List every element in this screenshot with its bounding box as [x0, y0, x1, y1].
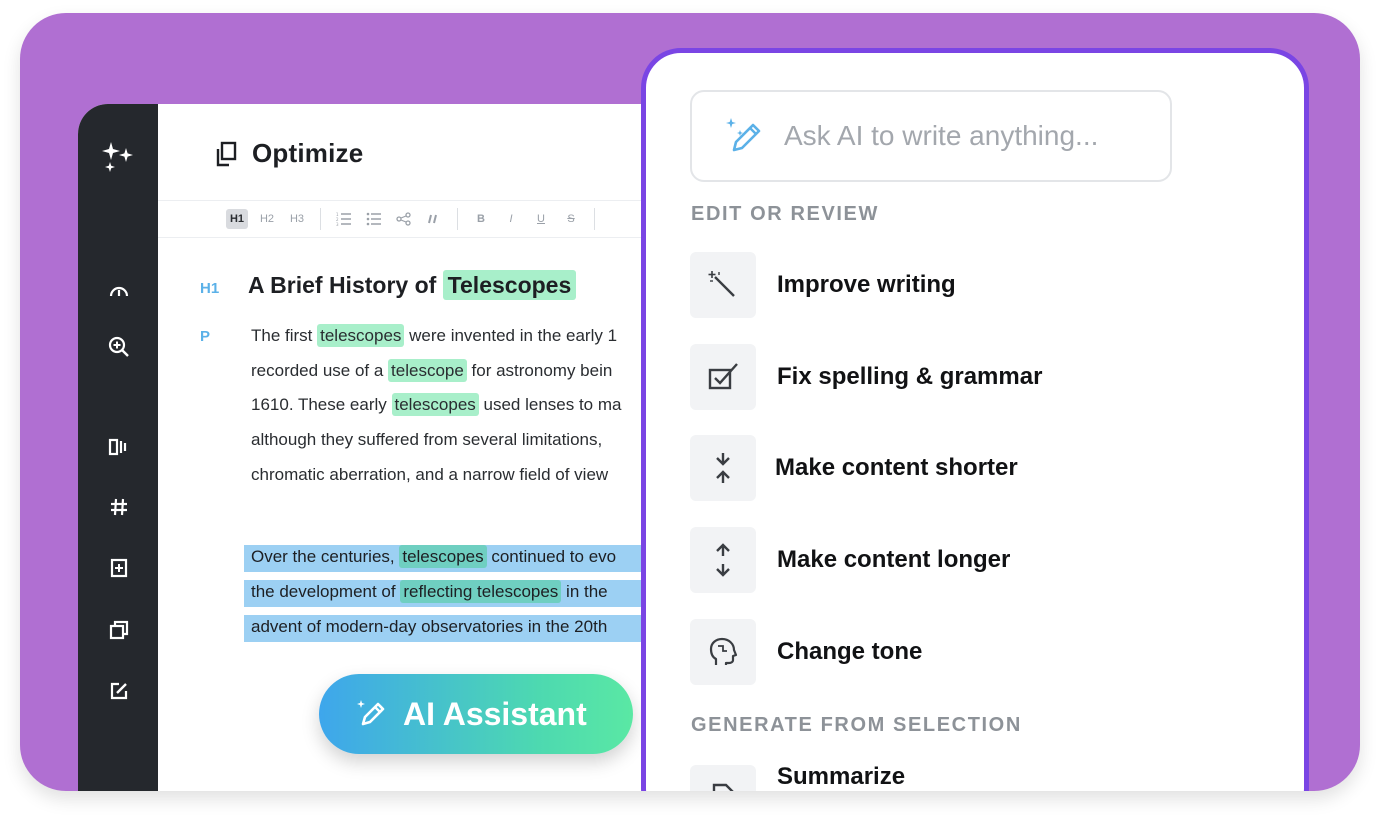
- heading-text: A Brief History of: [248, 272, 443, 298]
- text-run: 1610. These early: [251, 395, 392, 414]
- toolbar-italic-button[interactable]: I: [500, 209, 522, 229]
- add-block-icon[interactable]: [108, 557, 130, 579]
- head-icon: [690, 619, 756, 685]
- section-generate-from-selection: GENERATE FROM SELECTION: [691, 714, 1022, 736]
- toolbar-divider: [457, 208, 458, 230]
- text-run: chromatic aberration, and a narrow field…: [251, 465, 609, 484]
- menu-item-label: Improve writing: [777, 271, 956, 298]
- ai-command-panel: Ask AI to write anything... EDIT OR REVI…: [641, 48, 1309, 791]
- toolbar-underline-button[interactable]: U: [530, 209, 552, 229]
- paragraph-line[interactable]: chromatic aberration, and a narrow field…: [251, 465, 608, 485]
- sidebar-rail: [78, 104, 158, 791]
- menu-item-label: Fix spelling & grammar: [777, 363, 1043, 390]
- keyword-highlight: telescope: [388, 359, 467, 382]
- text-run: the development of: [251, 582, 401, 601]
- ai-pencil-icon: [726, 118, 761, 152]
- section-edit-or-review: EDIT OR REVIEW: [691, 203, 879, 225]
- columns-icon[interactable]: [108, 436, 130, 458]
- menu-item-summarize[interactable]: Summarize: [690, 763, 906, 791]
- document-icon: [690, 765, 756, 791]
- text-run: were invented in the early 1: [404, 326, 618, 345]
- gauge-icon[interactable]: [108, 280, 130, 302]
- menu-item-label: Make content shorter: [775, 454, 1018, 481]
- zoom-in-icon[interactable]: [108, 336, 130, 358]
- bullet-list-icon[interactable]: [363, 209, 385, 229]
- text-run: continued to evo: [486, 547, 617, 566]
- keyword-highlight: telescopes: [317, 324, 405, 347]
- document-title: Optimize: [252, 138, 364, 168]
- document-area: Optimize H1 H2 H3 123 B I U S H1 A Brief…: [158, 104, 698, 791]
- ai-pencil-icon: [357, 700, 385, 726]
- paragraph-line[interactable]: The first telescopes were invented in th…: [251, 324, 618, 347]
- toolbar-h3-button[interactable]: H3: [286, 209, 308, 229]
- share-icon[interactable]: [393, 209, 415, 229]
- duplicate-icon[interactable]: [108, 619, 130, 641]
- toolbar-h1-button[interactable]: H1: [226, 209, 248, 229]
- text-run: advent of modern-day observatories in th…: [251, 617, 608, 636]
- paragraph-line[interactable]: 1610. These early telescopes used lenses…: [251, 393, 622, 416]
- menu-item-label: Change tone: [777, 638, 923, 665]
- menu-item-label: Summarize: [777, 763, 906, 790]
- copy-icon: [216, 141, 237, 166]
- text-run: recorded use of a: [251, 361, 389, 380]
- menu-item-fix-spelling[interactable]: Fix spelling & grammar: [690, 344, 1042, 410]
- ai-assistant-button[interactable]: AI Assistant: [319, 674, 633, 754]
- text-run: in the: [561, 582, 608, 601]
- sparkles-logo-icon[interactable]: [102, 140, 136, 174]
- h1-block-tag: H1: [200, 280, 220, 297]
- arrows-inward-icon: [690, 435, 756, 501]
- toolbar-divider: [594, 208, 595, 230]
- ask-ai-input[interactable]: Ask AI to write anything...: [690, 90, 1172, 182]
- text-run: Over the centuries,: [251, 547, 400, 566]
- paragraph-line[interactable]: although they suffered from several limi…: [251, 430, 602, 450]
- text-run: used lenses to ma: [478, 395, 622, 414]
- menu-item-make-shorter[interactable]: Make content shorter: [690, 435, 1018, 501]
- stage-background: Optimize H1 H2 H3 123 B I U S H1 A Brief…: [20, 13, 1360, 791]
- quote-icon[interactable]: [423, 209, 445, 229]
- text-run: for astronomy bein: [466, 361, 613, 380]
- document-header: Optimize: [214, 138, 363, 169]
- toolbar-bold-button[interactable]: B: [470, 209, 492, 229]
- toolbar-divider: [320, 208, 321, 230]
- selected-paragraph-line[interactable]: advent of modern-day observatories in th…: [251, 617, 607, 637]
- text-run: The first: [251, 326, 318, 345]
- magic-wand-icon: [690, 252, 756, 318]
- keyword-highlight: telescopes: [391, 393, 479, 416]
- menu-item-make-longer[interactable]: Make content longer: [690, 527, 1010, 593]
- heading-keyword-highlight: Telescopes: [442, 270, 577, 300]
- keyword-highlight: reflecting telescopes: [400, 580, 562, 603]
- format-toolbar: H1 H2 H3 123 B I U S: [158, 200, 698, 238]
- selected-paragraph-line[interactable]: Over the centuries, telescopes continued…: [251, 545, 617, 568]
- svg-text:3: 3: [336, 222, 339, 226]
- ai-assistant-label: AI Assistant: [403, 695, 587, 732]
- selected-paragraph-line[interactable]: the development of reflecting telescopes…: [251, 580, 608, 603]
- ask-ai-placeholder: Ask AI to write anything...: [784, 120, 1099, 151]
- arrows-outward-icon: [690, 527, 756, 593]
- text-run: although they suffered from several limi…: [251, 430, 603, 449]
- checkbox-icon: [690, 344, 756, 410]
- keyword-highlight: telescopes: [399, 545, 487, 568]
- hashtag-icon[interactable]: [108, 496, 130, 518]
- menu-item-improve-writing[interactable]: Improve writing: [690, 252, 956, 318]
- menu-item-change-tone[interactable]: Change tone: [690, 619, 922, 685]
- p-block-tag: P: [200, 328, 211, 345]
- editor-window: Optimize H1 H2 H3 123 B I U S H1 A Brief…: [78, 104, 698, 791]
- document-heading[interactable]: A Brief History of Telescopes: [248, 270, 577, 300]
- toolbar-strike-button[interactable]: S: [560, 209, 582, 229]
- edit-icon[interactable]: [108, 680, 130, 702]
- toolbar-h2-button[interactable]: H2: [256, 209, 278, 229]
- ordered-list-icon[interactable]: 123: [333, 209, 355, 229]
- menu-item-label: Make content longer: [777, 546, 1011, 573]
- paragraph-line[interactable]: recorded use of a telescope for astronom…: [251, 359, 613, 382]
